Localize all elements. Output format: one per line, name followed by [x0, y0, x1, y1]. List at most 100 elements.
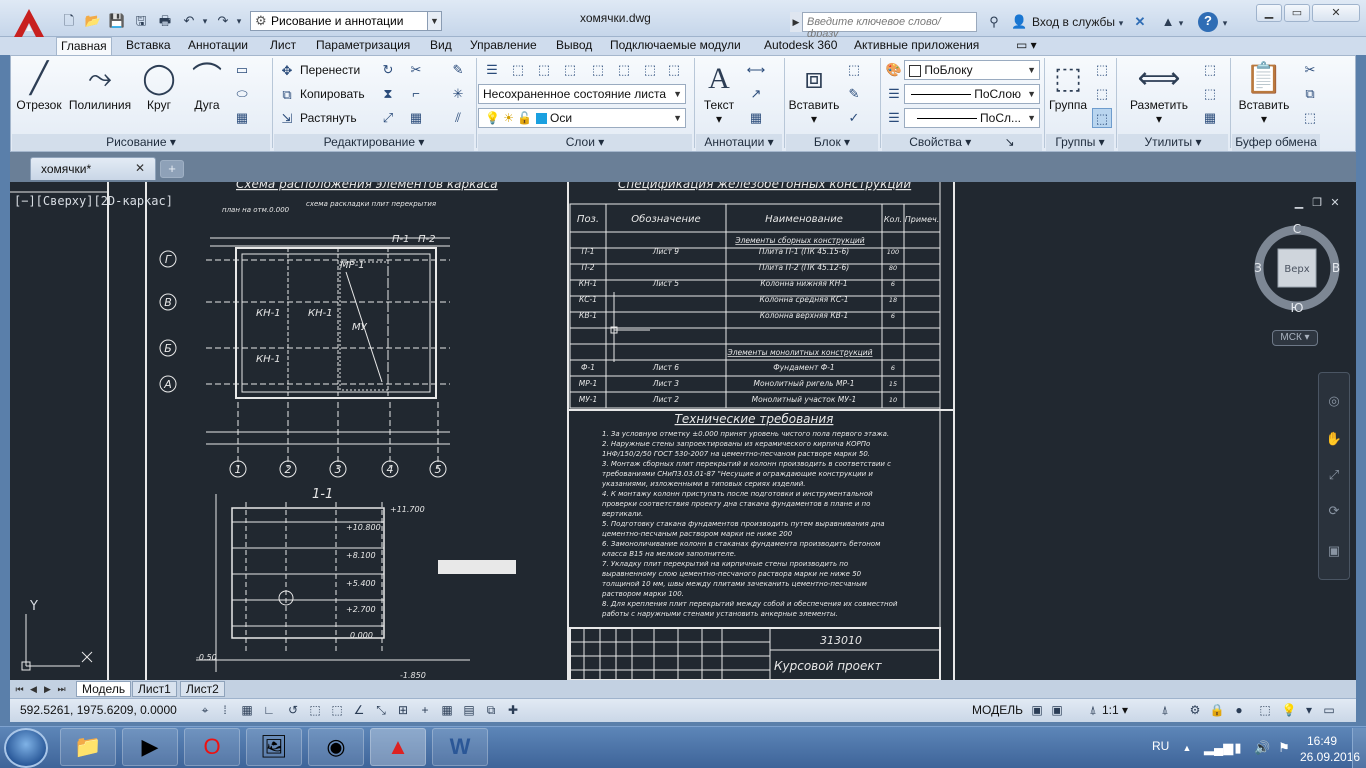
exchange-icon[interactable]: ✕ — [1130, 13, 1150, 31]
polar-icon[interactable]: ↺ — [284, 701, 302, 719]
ucs-menu[interactable]: МСК ▾ — [1272, 330, 1318, 346]
last-layout-icon[interactable]: ⏭ — [56, 683, 67, 695]
next-layout-icon[interactable]: ▶ — [42, 683, 53, 695]
tab-annotate[interactable]: Аннотации — [184, 37, 252, 55]
tab-plugins[interactable]: Подключаемые модули — [606, 37, 745, 55]
clean-screen-icon[interactable]: ▭ — [1320, 701, 1338, 719]
search-expand-icon[interactable]: ▶ — [790, 12, 802, 32]
color-select[interactable]: ПоБлоку ▼ — [904, 60, 1040, 80]
explorer-app-icon[interactable]: 📁 — [60, 728, 116, 766]
minimize-button[interactable]: ▁ — [1256, 4, 1282, 22]
workspace-switch-icon[interactable]: ⚙ — [1186, 701, 1204, 719]
layer-properties-icon[interactable]: ☰ — [482, 60, 502, 80]
cut-icon[interactable]: ✂ — [1300, 60, 1320, 80]
linetype-icon[interactable]: ☰ — [884, 108, 904, 128]
model-space-toggle[interactable]: МОДЕЛЬ — [972, 701, 1023, 719]
insert-block-button[interactable]: ⧈ Вставить ▾ — [788, 60, 840, 126]
viewport-minimize-icon[interactable]: ▁ — [1292, 197, 1306, 209]
array-icon[interactable]: ▦ — [406, 108, 426, 128]
ortho-icon[interactable]: ∟ — [260, 701, 278, 719]
attribute-icon[interactable]: ✓ — [844, 108, 864, 128]
steering-wheel-icon[interactable]: ◎ — [1324, 392, 1344, 410]
orbit-icon[interactable]: ⟳ — [1324, 502, 1344, 520]
clipboard-panel-label[interactable]: Буфер обмена — [1232, 134, 1320, 151]
connect-dropdown-icon[interactable]: ▾ — [1176, 14, 1186, 32]
opera-app-icon[interactable]: O — [184, 728, 240, 766]
properties-panel-label[interactable]: Свойства ▾ ↘ — [882, 134, 1042, 151]
layer-lock-icon[interactable]: ⬚ — [614, 60, 634, 80]
layers-panel-label[interactable]: Слои ▾ — [478, 134, 692, 151]
action-center-icon[interactable]: ⚑ — [1276, 739, 1292, 757]
showmotion-icon[interactable]: ▣ — [1324, 542, 1344, 560]
layer-state-icon[interactable]: ⬚ — [508, 60, 528, 80]
pan-icon[interactable]: ✋ — [1324, 430, 1344, 448]
mirror-icon[interactable]: ⧗ — [378, 84, 398, 104]
media-player-app-icon[interactable]: ▶ — [122, 728, 178, 766]
group-button[interactable]: ⬚ Группа — [1048, 60, 1088, 112]
selection-cycling-icon[interactable]: ⧉ — [482, 701, 500, 719]
maximize-button[interactable]: ▭ — [1284, 4, 1310, 22]
prev-layout-icon[interactable]: ◀ — [28, 683, 39, 695]
copy-button[interactable]: ⧉ Копировать — [278, 84, 364, 104]
windows-start-button[interactable] — [4, 728, 48, 768]
chrome-app-icon[interactable]: ◉ — [308, 728, 364, 766]
trim-icon[interactable]: ✂ — [406, 60, 426, 80]
cursor-coordinates[interactable]: 592.5261, 1975.6209, 0.0000 — [20, 703, 177, 717]
help-dropdown-icon[interactable]: ▾ — [1220, 14, 1230, 32]
open-file-icon[interactable]: 📂 — [84, 12, 102, 30]
language-indicator[interactable]: RU — [1152, 739, 1169, 753]
stretch-button[interactable]: ⇲ Растянуть — [278, 108, 357, 128]
paste-button[interactable]: 📋 Вставить ▾ — [1236, 60, 1292, 126]
close-button[interactable]: ✕ — [1312, 4, 1360, 22]
table-icon[interactable]: ▦ — [746, 108, 766, 128]
leader-icon[interactable]: ↗ — [746, 84, 766, 104]
draw-panel-label[interactable]: Рисование ▾ — [12, 134, 270, 151]
tab-model[interactable]: Модель — [76, 681, 132, 697]
group-edit-icon[interactable]: ⬚ — [1092, 84, 1112, 104]
volume-icon[interactable]: 🔊 — [1254, 739, 1270, 757]
lineweight-icon[interactable]: ☰ — [884, 84, 904, 104]
first-layout-icon[interactable]: ⏮ — [14, 683, 25, 695]
transparency-icon[interactable]: ▦ — [438, 701, 456, 719]
select-all-icon[interactable]: ⬚ — [1200, 84, 1220, 104]
tray-expand-icon[interactable]: ▲ — [1180, 739, 1194, 757]
autocad-app-icon[interactable]: ▲ — [370, 728, 426, 766]
annotation-scale-icon[interactable]: ⍋ — [1084, 701, 1102, 719]
utilities-panel-label[interactable]: Утилиты ▾ — [1118, 134, 1228, 151]
ducs-icon[interactable]: ⤡ — [372, 701, 390, 719]
fillet-icon[interactable]: ⌐ — [406, 84, 426, 104]
offset-icon[interactable]: ⫽ — [448, 108, 468, 128]
layer-state-select[interactable]: Несохраненное состояние листа ▼ — [478, 84, 686, 104]
annotation-monitor-icon[interactable]: ✚ — [504, 701, 522, 719]
rotate-icon[interactable]: ↻ — [378, 60, 398, 80]
line-button[interactable]: ╱ Отрезок — [16, 60, 62, 112]
viewcube-west[interactable]: З — [1254, 261, 1262, 275]
tab-output[interactable]: Вывод — [552, 37, 596, 55]
modify-panel-label[interactable]: Редактирование ▾ — [274, 134, 474, 151]
viewcube-north[interactable]: С — [1293, 222, 1301, 236]
login-dropdown-icon[interactable]: ▾ — [1116, 14, 1126, 32]
grid-icon[interactable]: ▦ — [238, 701, 256, 719]
viewport-controls[interactable]: [−][Сверху][2D-каркас] — [14, 194, 173, 208]
tab-parametric[interactable]: Параметризация — [312, 37, 414, 55]
tab-featured-apps[interactable]: Активные приложения — [850, 37, 983, 55]
ellipse-icon[interactable]: ⬭ — [232, 84, 252, 104]
network-icon[interactable]: ▂▄▆ — [1204, 739, 1233, 757]
annotation-scale-select[interactable]: 1:1 ▾ — [1102, 701, 1128, 719]
measure-button[interactable]: ⟺ Разметить ▾ — [1124, 60, 1194, 126]
viewcube-top-face[interactable]: Верх — [1284, 264, 1309, 275]
system-clock[interactable]: 16:49 26.09.2016 — [1300, 733, 1360, 765]
tab-layout2[interactable]: Лист2 — [180, 681, 225, 697]
viewport-close-icon[interactable]: ✕ — [1328, 197, 1342, 209]
lightbulb-status-icon[interactable]: 💡 — [1280, 701, 1298, 719]
undo-dropdown-icon[interactable]: ▾ — [196, 12, 214, 30]
ungroup-icon[interactable]: ⬚ — [1092, 60, 1112, 80]
redo-dropdown-icon[interactable]: ▾ — [230, 12, 248, 30]
layer-isolate-icon[interactable]: ⬚ — [560, 60, 580, 80]
group-select-icon[interactable]: ⬚ — [1092, 108, 1112, 128]
match-clip-icon[interactable]: ⬚ — [1300, 108, 1320, 128]
help-icon[interactable]: ? — [1198, 12, 1218, 32]
otrack-icon[interactable]: ∠ — [350, 701, 368, 719]
linetype-select[interactable]: ПоСлою ▼ — [904, 84, 1040, 104]
save-as-icon[interactable]: 🖫 — [132, 12, 150, 30]
